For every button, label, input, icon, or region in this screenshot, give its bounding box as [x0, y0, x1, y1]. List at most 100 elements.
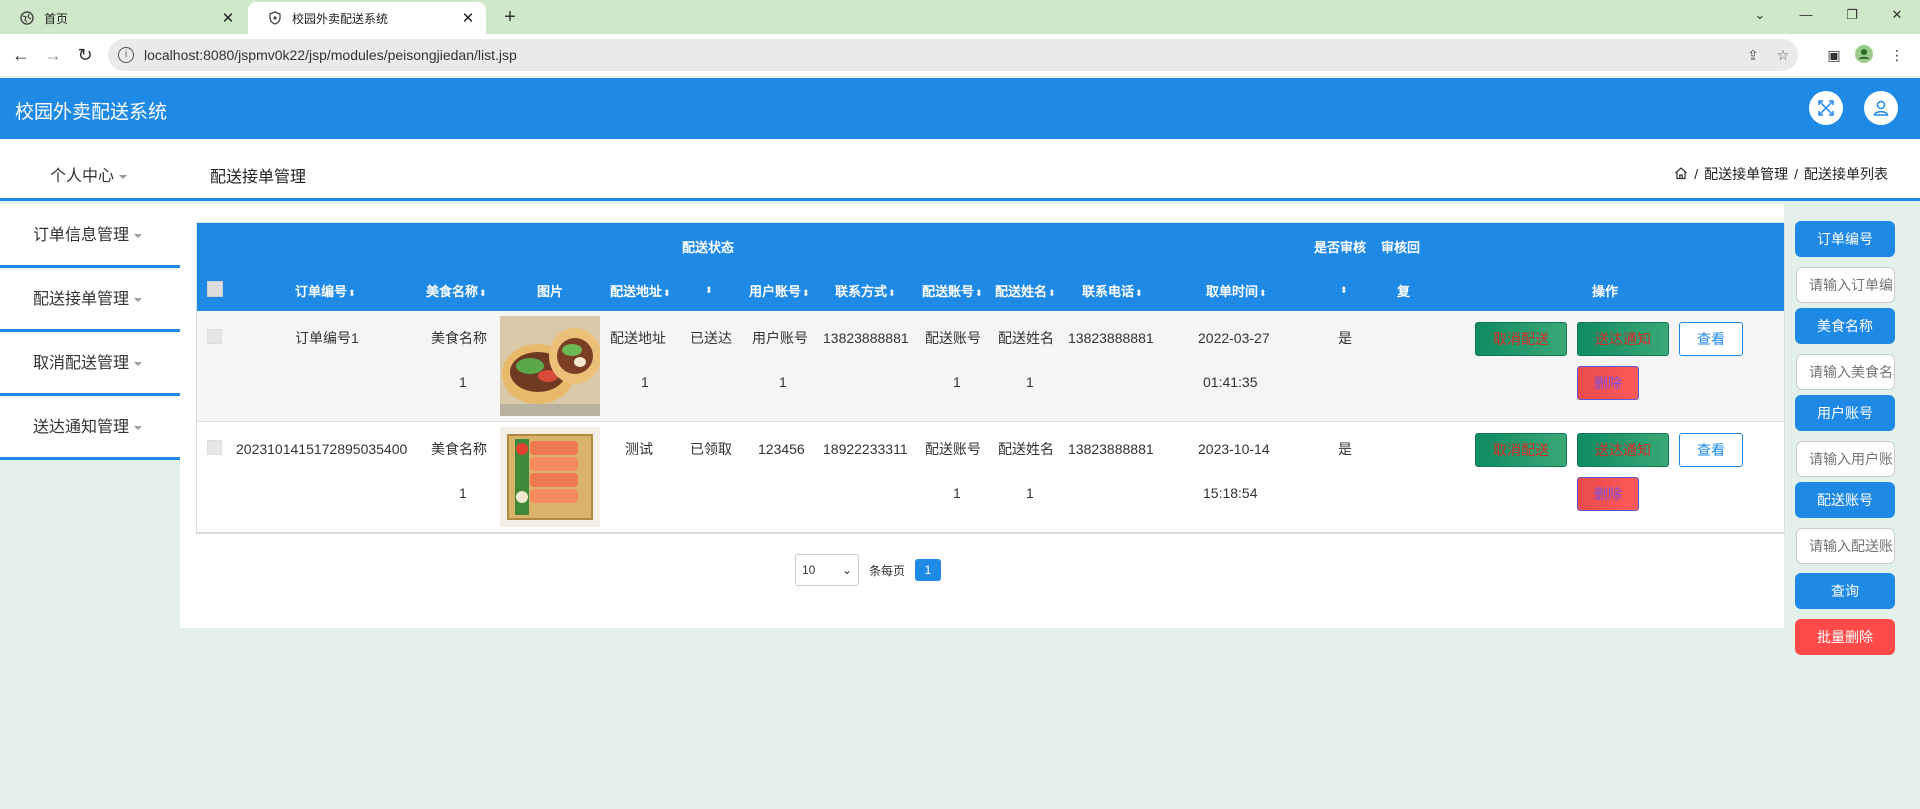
food-name-input[interactable]	[1796, 354, 1895, 390]
order-no-input[interactable]	[1796, 267, 1895, 303]
cell-order-no: 订单编号1	[295, 330, 359, 346]
shield-icon	[268, 11, 282, 25]
table-row: 订单编号1 美食名称 1 配送地址 1 已送达 用户账号 1 138238888…	[197, 311, 1784, 422]
omnibox[interactable]: i localhost:8080/jspmv0k22/jsp/modules/p…	[108, 39, 1798, 71]
breadcrumb-separator: /	[1694, 166, 1699, 182]
header-user-account[interactable]: 用户账号⬍	[749, 281, 810, 300]
caret-down-icon	[119, 174, 128, 179]
window-close-button[interactable]: ✕	[1874, 0, 1920, 30]
select-all-checkbox[interactable]	[207, 281, 223, 297]
user-icon[interactable]	[1864, 91, 1898, 125]
url-text[interactable]: localhost:8080/jspmv0k22/jsp/modules/pei…	[144, 47, 1738, 63]
cell-pickup-date: 2023-10-14	[1198, 441, 1270, 457]
cancel-delivery-button[interactable]: 取消配送	[1475, 433, 1567, 467]
delivered-notice-button[interactable]: 送达通知	[1577, 433, 1669, 467]
batch-delete-button[interactable]: 批量删除	[1795, 619, 1895, 655]
personal-center-menu[interactable]: 个人中心	[50, 162, 128, 186]
header-courier-account[interactable]: 配送账号⬍	[922, 281, 983, 300]
row-checkbox[interactable]	[207, 329, 222, 344]
sidebar-item-order-info[interactable]: 订单信息管理	[0, 204, 180, 268]
view-button[interactable]: 查看	[1679, 433, 1743, 467]
cell-contact: 18922233311	[823, 441, 908, 457]
profile-icon[interactable]	[1853, 44, 1875, 66]
cell-courier-account-2: 1	[953, 485, 961, 501]
cell-address: 配送地址	[610, 330, 666, 346]
cell-courier-account: 配送账号	[925, 441, 981, 457]
header-courier-name[interactable]: 配送姓名⬍	[995, 281, 1056, 300]
delivered-notice-button[interactable]: 送达通知	[1577, 322, 1669, 356]
minimize-button[interactable]: —	[1783, 0, 1829, 30]
header-audit-top: 是否审核	[1314, 240, 1367, 255]
sort-icon: ⬍	[705, 285, 713, 295]
breadcrumb: / 配送接单管理 / 配送接单列表	[1674, 164, 1888, 184]
page-size-select[interactable]: 10 ⌄	[795, 554, 859, 586]
view-button[interactable]: 查看	[1679, 322, 1743, 356]
home-icon[interactable]	[1674, 166, 1688, 183]
query-button[interactable]: 查询	[1795, 573, 1895, 609]
cell-address: 测试	[625, 441, 653, 457]
header-phone[interactable]: 联系电话⬍	[1082, 281, 1143, 300]
close-icon[interactable]: ✕	[456, 9, 480, 27]
app-header: 校园外卖配送系统	[0, 78, 1920, 139]
sidebar-item-label: 送达通知管理	[33, 419, 130, 436]
cell-order-no: 20231014151728950354​00	[236, 441, 408, 457]
chevron-down-icon: ⌄	[841, 563, 852, 577]
header-pickup-time[interactable]: 取单时间⬍	[1206, 281, 1267, 300]
delete-button[interactable]: 删除	[1577, 366, 1639, 400]
sidebar-item-delivered-notice[interactable]: 送达通知管理	[0, 396, 180, 460]
food-image-sushi[interactable]	[500, 427, 600, 527]
page-number-button[interactable]: 1	[915, 559, 942, 581]
header-order-no[interactable]: 订单编号⬍	[295, 281, 356, 300]
new-tab-button[interactable]: +	[498, 4, 522, 30]
header-food-name[interactable]: 美食名称⬍	[426, 281, 487, 300]
globe-icon	[20, 11, 34, 25]
fullscreen-icon[interactable]	[1809, 91, 1843, 125]
courier-account-input[interactable]	[1796, 528, 1895, 564]
address-bar-row: ← → ↻ i localhost:8080/jspmv0k22/jsp/mod…	[0, 34, 1920, 76]
main-content: 配送状态 是否审核 审核回 订单编号⬍ 美食名称⬍ 图片 配送地址⬍ ⬍ 用户账…	[180, 204, 1785, 628]
courier-account-label: 配送账号	[1795, 482, 1895, 518]
user-account-input[interactable]	[1796, 441, 1895, 477]
tab-active[interactable]: 校园外卖配送系统 ✕	[248, 2, 486, 34]
food-image-tacos[interactable]	[500, 316, 600, 416]
cell-user-account-2: 1	[779, 374, 787, 390]
back-icon[interactable]: ←	[8, 42, 34, 68]
close-icon[interactable]: ✕	[216, 9, 240, 27]
cell-courier-name-2: 1	[1026, 485, 1034, 501]
sidebar-item-label: 订单信息管理	[33, 227, 130, 244]
table-row: 20231014151728950354​00 美食名称 1 测试 已领取 12…	[197, 422, 1784, 533]
header-audit[interactable]: ⬍	[1339, 281, 1348, 296]
header-contact[interactable]: 联系方式⬍	[835, 281, 896, 300]
sort-icon: ⬍	[1135, 288, 1143, 298]
breadcrumb-item: 配送接单列表	[1804, 166, 1888, 182]
restore-button[interactable]: ❐	[1829, 0, 1875, 30]
share-icon[interactable]: ⇪	[1738, 47, 1768, 64]
delete-button[interactable]: 删除	[1577, 477, 1639, 511]
caret-down-icon	[134, 297, 143, 302]
tab-search-icon[interactable]: ⌄	[1737, 0, 1783, 30]
sidepanel-icon[interactable]: ▣	[1823, 44, 1845, 66]
sort-icon: ⬍	[663, 288, 671, 298]
sort-icon: ⬍	[802, 288, 810, 298]
caret-down-icon	[134, 361, 143, 366]
menu-icon[interactable]: ⋮	[1886, 44, 1908, 66]
bookmark-star-icon[interactable]: ☆	[1768, 47, 1798, 64]
forward-icon[interactable]: →	[40, 42, 66, 68]
sidebar-item-delivery-order[interactable]: 配送接单管理	[0, 268, 180, 332]
cell-pickup-date: 2022-03-27	[1198, 330, 1270, 346]
caret-down-icon	[134, 233, 143, 238]
app-title: 校园外卖配送系统	[15, 102, 168, 123]
food-name-label: 美食名称	[1795, 308, 1895, 344]
cancel-delivery-button[interactable]: 取消配送	[1475, 322, 1567, 356]
tab-home[interactable]: 首页 ✕	[0, 2, 246, 34]
row-checkbox[interactable]	[207, 440, 222, 455]
sort-icon: ⬍	[348, 288, 356, 298]
cell-status: 已送达	[690, 330, 732, 346]
info-icon[interactable]: i	[118, 47, 134, 63]
reload-icon[interactable]: ↻	[72, 42, 98, 68]
cell-audit: 是	[1338, 441, 1352, 457]
header-status[interactable]: ⬍	[704, 281, 713, 296]
header-address[interactable]: 配送地址⬍	[610, 281, 671, 300]
sidebar-item-cancel-delivery[interactable]: 取消配送管理	[0, 332, 180, 396]
breadcrumb-item[interactable]: 配送接单管理	[1704, 164, 1788, 184]
